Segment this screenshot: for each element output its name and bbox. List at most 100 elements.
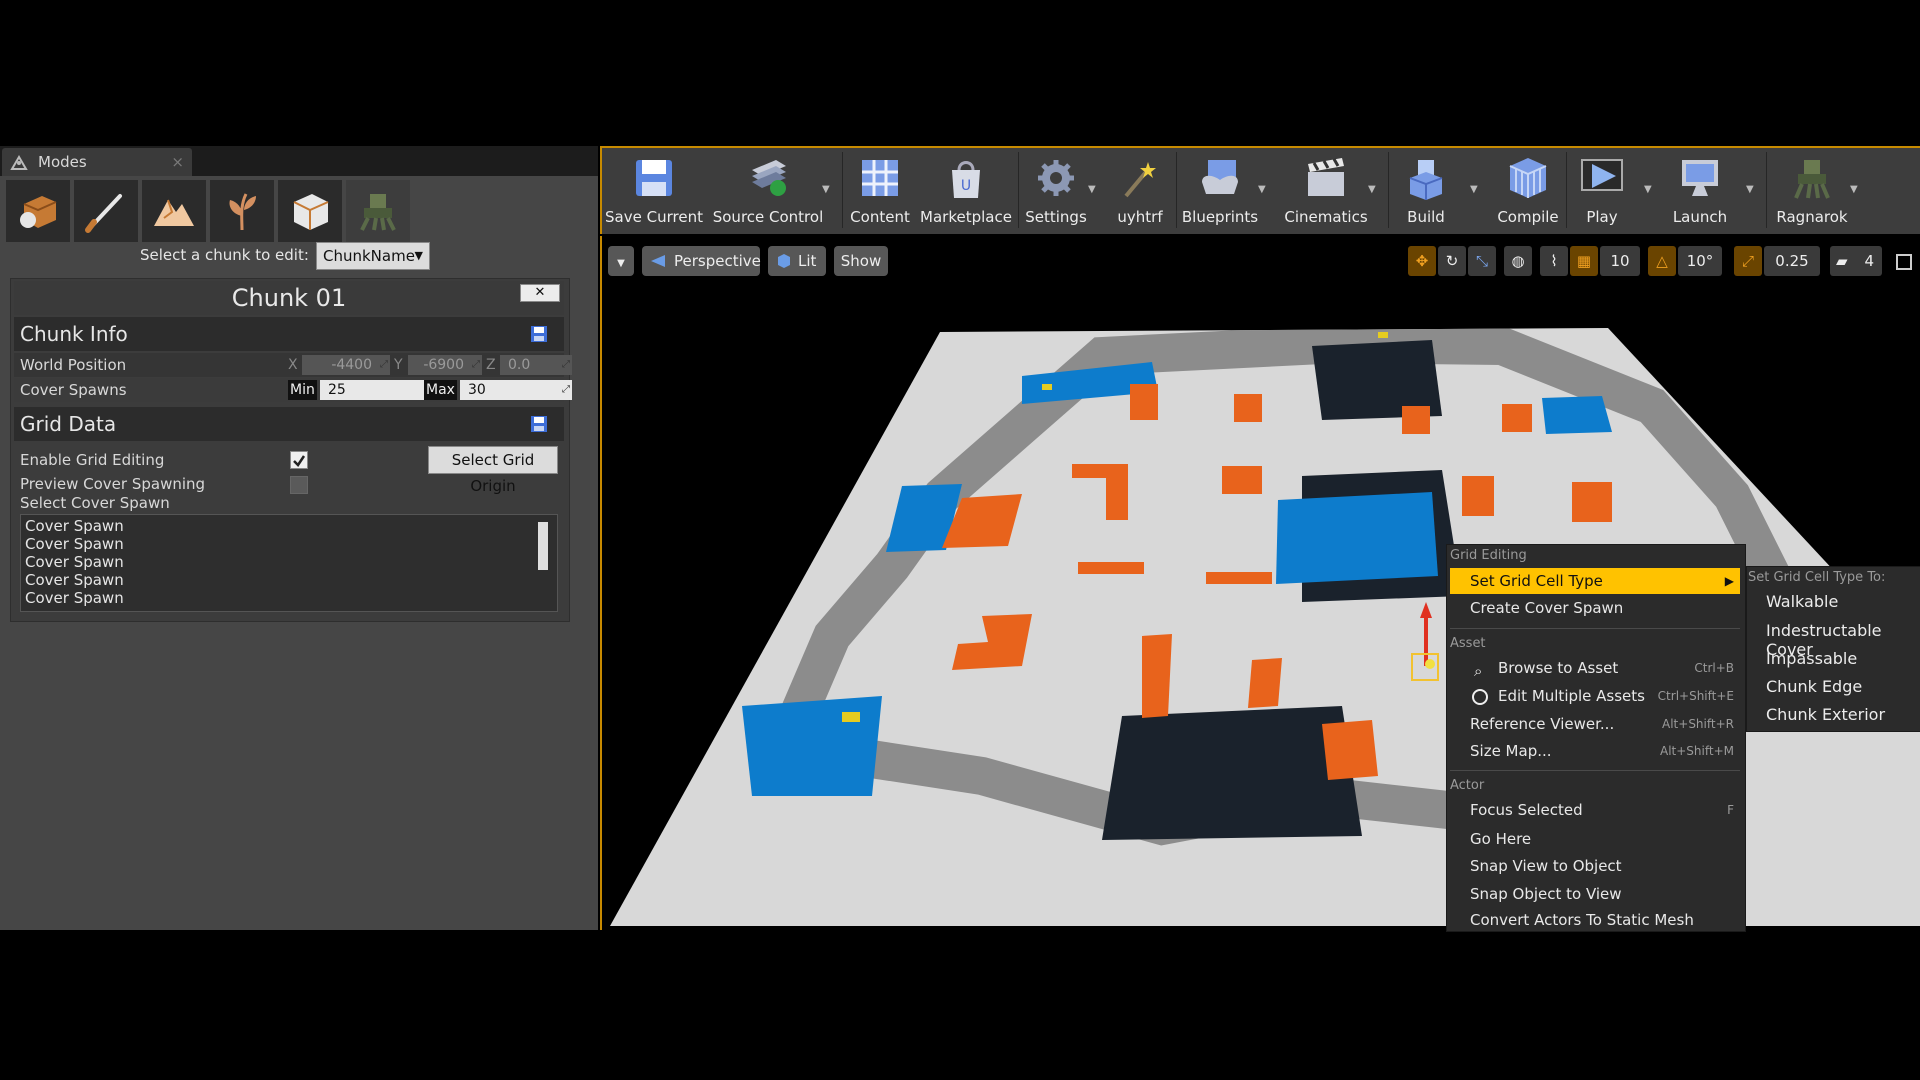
edit-shortcut: Ctrl+Shift+E — [1657, 689, 1734, 703]
world-position-z-field[interactable]: 0.0 ⤢ — [500, 355, 572, 375]
blueprints-dropdown-icon[interactable]: ▼ — [1258, 184, 1266, 195]
compile-icon — [1509, 158, 1547, 198]
toolbar-separator — [842, 152, 843, 228]
scale-snap-toggle[interactable]: ⤢ — [1734, 246, 1762, 276]
uyhtrf-button[interactable]: uyhtrf — [1108, 152, 1172, 228]
translate-tool-button[interactable]: ✥ — [1408, 246, 1436, 276]
cell-type-chunk-edge[interactable]: Chunk Edge — [1766, 677, 1862, 696]
build-dropdown-icon[interactable]: ▼ — [1470, 184, 1478, 195]
grid-edit-mode-button[interactable] — [346, 180, 410, 242]
cell-type-chunk-exterior[interactable]: Chunk Exterior — [1766, 705, 1885, 724]
create-cover-spawn-item[interactable]: Create Cover Spawn — [1450, 595, 1740, 621]
ragnarok-dropdown-icon[interactable]: ▼ — [1850, 184, 1858, 195]
surface-snap-button[interactable]: ⌇ — [1540, 246, 1568, 276]
settings-dropdown-icon[interactable]: ▼ — [1088, 184, 1096, 195]
grid-snap-value[interactable]: 10 — [1600, 246, 1640, 276]
show-button[interactable]: Show — [834, 246, 888, 276]
grid-data-header[interactable]: Grid Data — [14, 407, 564, 441]
grid-snap-toggle[interactable]: ▦ — [1570, 246, 1598, 276]
landscape-mode-button[interactable] — [142, 180, 206, 242]
geometry-mode-button[interactable] — [278, 180, 342, 242]
source-control-button[interactable]: Source Control — [708, 152, 828, 228]
scale-snap-value[interactable]: 0.25 — [1764, 246, 1820, 276]
maximize-viewport-icon[interactable] — [1896, 254, 1912, 270]
cover-spawns-min-field[interactable]: 25⤢ — [320, 380, 436, 400]
ragnarok-button[interactable]: Ragnarok — [1770, 152, 1854, 228]
world-local-toggle[interactable]: ◍ — [1504, 246, 1532, 276]
rotation-snap-value[interactable]: 10° — [1678, 246, 1722, 276]
modes-tab[interactable]: Modes × — [2, 148, 192, 176]
spin-icon: ⤢ — [380, 359, 388, 370]
foliage-icon — [229, 193, 256, 231]
cell-type-impassable[interactable]: Impassable — [1766, 649, 1857, 668]
chevron-down-icon: ▼ — [617, 258, 625, 269]
save-icon[interactable] — [530, 325, 548, 343]
cover-spawns-max-field[interactable]: 30 ⤢ — [460, 380, 572, 400]
list-item[interactable]: Cover Spawn — [25, 517, 124, 535]
set-grid-cell-type-item[interactable]: Set Grid Cell Type ▶ — [1450, 568, 1740, 594]
show-label: Show — [840, 252, 882, 270]
list-item[interactable]: Cover Spawn — [25, 553, 124, 571]
snap-object-to-view-item[interactable]: Snap Object to View — [1450, 881, 1740, 907]
rotation-snap-toggle[interactable]: △ — [1648, 246, 1676, 276]
launch-button[interactable]: Launch — [1660, 152, 1740, 228]
marketplace-button[interactable]: U Marketplace — [918, 152, 1014, 228]
paint-mode-button[interactable] — [74, 180, 138, 242]
go-here-item[interactable]: Go Here — [1450, 826, 1740, 852]
launch-dropdown-icon[interactable]: ▼ — [1746, 184, 1754, 195]
build-icon — [1409, 160, 1443, 200]
convert-actors-label: Convert Actors To Static Mesh — [1470, 911, 1694, 929]
source-control-dropdown-icon[interactable]: ▼ — [822, 184, 830, 195]
play-button[interactable]: Play — [1570, 152, 1634, 228]
angle-icon: △ — [1656, 252, 1668, 270]
actor-section-label: Actor — [1450, 778, 1485, 793]
foliage-mode-button[interactable] — [210, 180, 274, 242]
play-dropdown-icon[interactable]: ▼ — [1644, 184, 1652, 195]
asset-section-label: Asset — [1450, 636, 1486, 651]
lit-button[interactable]: Lit — [768, 246, 826, 276]
perspective-button[interactable]: Perspective — [642, 246, 761, 276]
perspective-icon — [651, 255, 665, 267]
browse-to-asset-item[interactable]: ⌕ Browse to Asset Ctrl+B — [1450, 655, 1740, 681]
place-mode-button[interactable] — [6, 180, 70, 242]
snap-view-to-object-item[interactable]: Snap View to Object — [1450, 853, 1740, 879]
cover-spawn-list[interactable]: Cover Spawn Cover Spawn Cover Spawn Cove… — [20, 514, 558, 612]
source-control-icon — [752, 160, 786, 196]
focus-selected-item[interactable]: Focus Selected F — [1450, 797, 1740, 823]
select-grid-origin-button[interactable]: Select Grid Origin — [428, 446, 558, 495]
settings-button[interactable]: Settings — [1022, 152, 1090, 228]
world-position-x-field[interactable]: -4400 ⤢ — [302, 355, 390, 375]
list-item[interactable]: Cover Spawn — [25, 589, 124, 607]
list-item[interactable]: Cover Spawn — [25, 571, 124, 589]
cell-type-walkable[interactable]: Walkable — [1766, 592, 1838, 611]
chunk-info-header[interactable]: Chunk Info — [14, 317, 564, 351]
rotate-tool-button[interactable]: ↻ — [1438, 246, 1466, 276]
content-button[interactable]: Content — [846, 152, 914, 228]
cinematics-dropdown-icon[interactable]: ▼ — [1368, 184, 1376, 195]
size-map-item[interactable]: Size Map... Alt+Shift+M — [1450, 738, 1740, 764]
save-icon[interactable] — [530, 415, 548, 433]
enable-grid-editing-checkbox[interactable] — [290, 451, 308, 469]
camera-speed-button[interactable]: ▰ 4 — [1830, 246, 1882, 276]
edit-multiple-assets-item[interactable]: Edit Multiple Assets Ctrl+Shift+E — [1450, 683, 1740, 709]
build-button[interactable]: Build — [1392, 152, 1460, 228]
chunk-select-dropdown[interactable]: ChunkName ▼ — [316, 242, 430, 270]
reference-viewer-item[interactable]: Reference Viewer... Alt+Shift+R — [1450, 711, 1740, 737]
modes-tab-close-icon[interactable]: × — [171, 148, 184, 176]
toolbar-separator — [1018, 152, 1019, 228]
viewport-options-button[interactable]: ▼ — [608, 246, 634, 276]
grid-icon: ▦ — [1576, 252, 1592, 270]
convert-actors-item[interactable]: Convert Actors To Static Mesh — [1450, 910, 1740, 930]
list-item[interactable]: Cover Spawn — [25, 535, 124, 553]
save-current-button[interactable]: Save Current — [604, 152, 704, 228]
world-position-y-field[interactable]: -6900 ⤢ — [408, 355, 482, 375]
scale-tool-button[interactable]: ⤡ — [1468, 246, 1496, 276]
chunk-title: Chunk 01 — [14, 281, 564, 315]
cinematics-label: Cinematics — [1284, 208, 1368, 226]
compile-button[interactable]: Compile — [1494, 152, 1562, 228]
rotate-icon: ↻ — [1445, 252, 1459, 270]
chunk-close-button[interactable]: ✕ — [520, 284, 560, 302]
cover-list-scrollbar[interactable] — [538, 522, 548, 570]
blueprints-button[interactable]: Blueprints — [1180, 152, 1260, 228]
cinematics-button[interactable]: Cinematics — [1280, 152, 1372, 228]
